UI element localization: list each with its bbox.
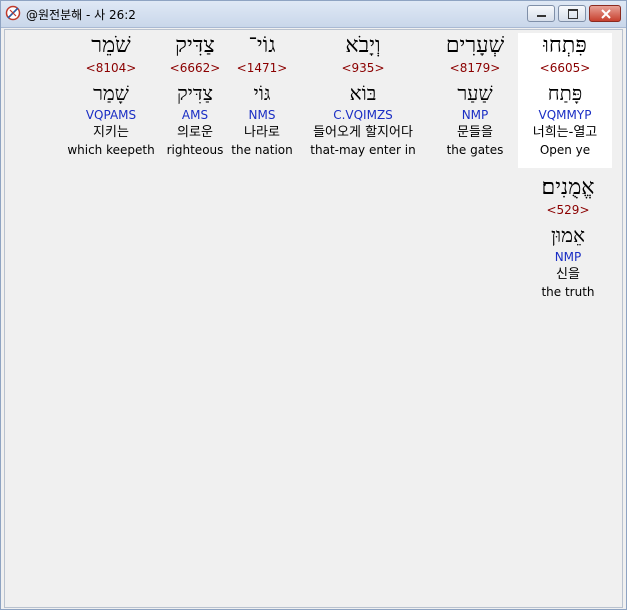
english-gloss: the nation (231, 143, 293, 157)
strong-number[interactable]: <935> (293, 59, 433, 77)
english-gloss: which keepeth (67, 143, 155, 157)
word-column-2[interactable]: שְׁעָרִים <8179> שַׁעַר NMP 문들을 the gate… (430, 33, 520, 159)
english-gloss: Open ye (539, 143, 591, 157)
close-button[interactable] (589, 5, 621, 22)
korean-gloss: 의로운 (177, 125, 213, 140)
minimize-button[interactable] (527, 5, 555, 22)
strong-number[interactable]: <6605> (518, 59, 612, 77)
app-icon (5, 5, 21, 21)
maximize-button[interactable] (558, 5, 586, 22)
morphology-code: NMS (248, 108, 276, 122)
word-column-3[interactable]: וְיָבֹא <935> בּוֹא C.VQIMZS 들어오게 할지어다 t… (293, 33, 433, 159)
english-gloss: righteous (166, 143, 224, 157)
hebrew-word: פִּתְחוּ (543, 33, 587, 58)
word-column-5[interactable]: צַדִּיק <6662> צַדִּיק AMS 의로운 righteous (160, 33, 230, 159)
hebrew-word: צַדִּיק (175, 33, 215, 58)
word-column-6[interactable]: שֹׁמֵר <8104> שָׁמַר VQPAMS 지키는 which ke… (65, 33, 157, 159)
morphology-code: NMP (461, 108, 489, 122)
strong-number[interactable]: <6662> (160, 59, 230, 77)
lemma: פָּתַח (547, 81, 583, 105)
english-gloss: the truth (541, 285, 595, 299)
korean-gloss: 지키는 (93, 125, 129, 140)
close-icon (601, 9, 611, 19)
korean-gloss: 문들을 (457, 125, 493, 140)
hebrew-word: גוֹי־ (248, 33, 276, 58)
english-gloss: the gates (446, 143, 504, 157)
korean-gloss: 신을 (556, 267, 580, 282)
word-column-1[interactable]: פִּתְחוּ <6605> פָּתַח VQMMYP 너희는-열고 Ope… (518, 33, 612, 168)
hebrew-word: וְיָבֹא (345, 33, 381, 58)
korean-gloss: 너희는-열고 (532, 125, 598, 140)
korean-gloss: 나라로 (244, 125, 280, 140)
hebrew-word: אֱמֻנִים׃ (541, 175, 595, 200)
lemma: שָׁמַר (93, 81, 129, 105)
english-gloss: that-may enter in (310, 143, 416, 157)
minimize-icon (537, 15, 546, 17)
morphology-code: VQMMYP (538, 108, 592, 122)
lemma: צַדִּיק (176, 81, 214, 105)
app-window: @원전분해 - 사 26:2 פִּתְחוּ <6605> פָּתַח VQ… (0, 0, 627, 610)
strong-number[interactable]: <8179> (430, 59, 520, 77)
morphology-code: C.VQIMZS (333, 108, 393, 122)
hebrew-word: שֹׁמֵר (91, 33, 131, 58)
hebrew-word: שְׁעָרִים (445, 33, 505, 58)
lemma: גּוֹי (253, 81, 271, 105)
lemma: אֵמוּן (550, 223, 586, 247)
korean-gloss: 들어오게 할지어다 (313, 125, 413, 140)
word-column-7[interactable]: אֱמֻנִים׃ <529> אֵמוּן NMP 신을 the truth (525, 175, 611, 301)
word-column-4[interactable]: גוֹי־ <1471> גּוֹי NMS 나라로 the nation (228, 33, 296, 159)
lemma: בּוֹא (349, 81, 377, 105)
lemma: שַׁעַר (457, 81, 493, 105)
strong-number[interactable]: <8104> (65, 59, 157, 77)
maximize-icon (568, 9, 578, 19)
window-title: @원전분해 - 사 26:2 (26, 8, 136, 22)
strong-number[interactable]: <1471> (228, 59, 296, 77)
title-bar[interactable]: @원전분해 - 사 26:2 (1, 1, 626, 28)
morphology-code: NMP (554, 250, 582, 264)
verse-analysis-panel: פִּתְחוּ <6605> פָּתַח VQMMYP 너희는-열고 Ope… (4, 29, 623, 608)
morphology-code: AMS (181, 108, 209, 122)
morphology-code: VQPAMS (85, 108, 137, 122)
strong-number[interactable]: <529> (525, 201, 611, 219)
